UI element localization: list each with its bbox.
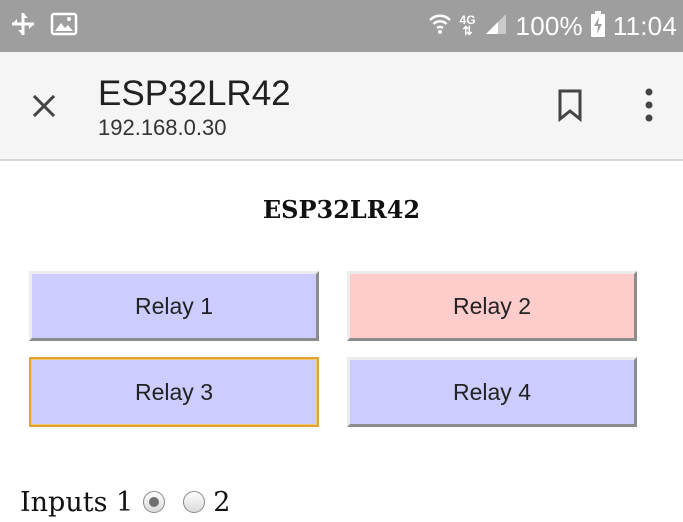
signal-icon (484, 12, 508, 41)
input-1-label: 1 (116, 486, 134, 518)
battery-percent: 100% (515, 10, 583, 41)
relay-2-button[interactable]: Relay 2 (347, 271, 637, 341)
data-saver-icon (10, 11, 36, 42)
clock: 11:04 (612, 10, 677, 41)
close-button[interactable] (24, 86, 64, 126)
image-icon (50, 12, 78, 41)
input-2-label: 2 (213, 486, 231, 518)
data-activity-icon: ⇅ (462, 24, 473, 38)
inputs-label: Inputs (20, 486, 108, 518)
custom-tab-toolbar: ESP32LR42 192.168.0.30 (0, 52, 683, 161)
more-vertical-icon (645, 88, 653, 122)
wifi-icon (428, 12, 452, 41)
relay-3-button[interactable]: Relay 3 (29, 357, 319, 427)
page-url: 192.168.0.30 (98, 115, 227, 140)
bookmark-icon (558, 89, 582, 123)
page-heading: ESP32LR42 (262, 195, 421, 224)
network-type: 4G ⇅ (460, 14, 476, 38)
inputs-row: Inputs 1 2 (20, 482, 230, 522)
close-icon (32, 94, 56, 118)
input-1-radio[interactable] (143, 491, 166, 513)
status-bar: 4G ⇅ 100% 11:04 (0, 0, 683, 52)
battery-charging-icon (590, 10, 605, 42)
relay-1-button[interactable]: Relay 1 (29, 271, 319, 341)
relay-4-button[interactable]: Relay 4 (347, 357, 637, 427)
status-bar-right: 4G ⇅ 100% 11:04 (428, 10, 677, 42)
radio-checked-dot (149, 497, 160, 507)
bookmark-button[interactable] (554, 85, 586, 125)
input-2-radio[interactable] (183, 491, 206, 513)
toolbar-titles: ESP32LR42 192.168.0.30 (98, 74, 291, 142)
more-options-button[interactable] (634, 83, 664, 127)
page-title: ESP32LR42 (98, 74, 291, 113)
status-bar-left (10, 12, 78, 40)
